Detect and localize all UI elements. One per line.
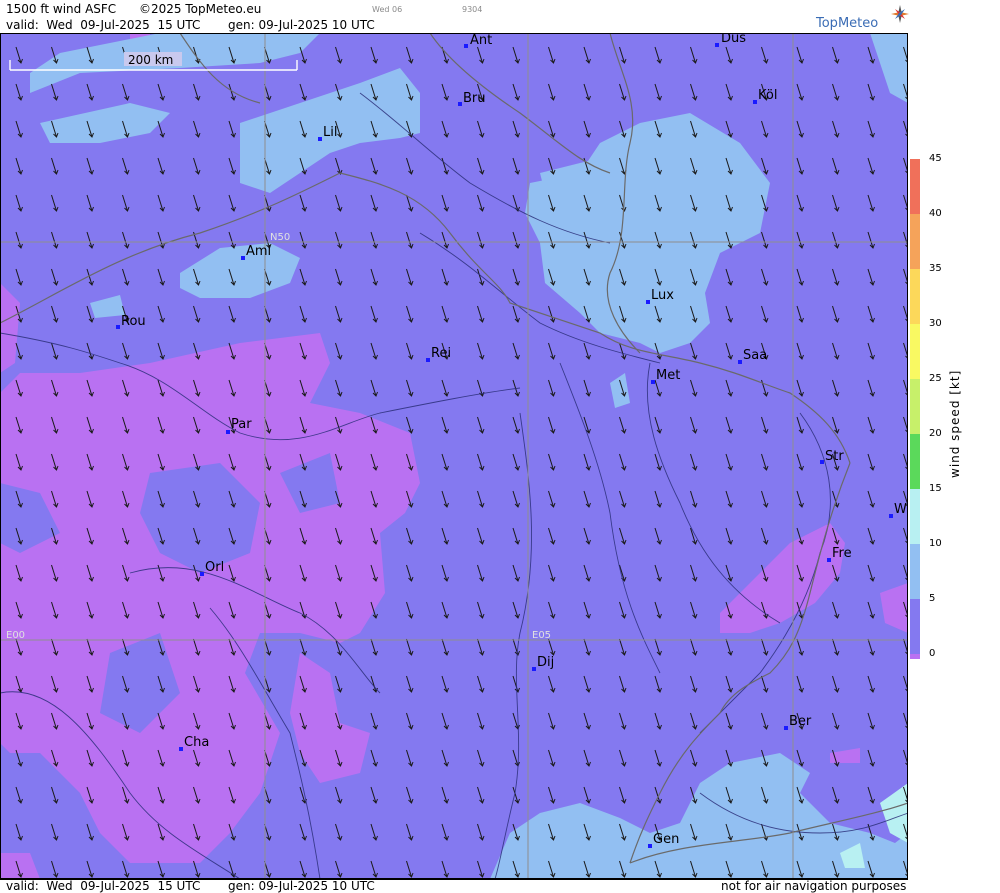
city-rou[interactable]: Rou: [116, 314, 146, 329]
svg-text:Saa: Saa: [743, 348, 767, 363]
colorbar-segment: [910, 214, 920, 269]
wind-speed-colorbar: [910, 159, 920, 659]
svg-text:Lux: Lux: [651, 288, 674, 303]
city-ami[interactable]: Ami: [241, 244, 271, 260]
svg-text:Lil: Lil: [323, 125, 337, 140]
code-label: 9304: [462, 5, 483, 14]
svg-text:Ber: Ber: [789, 714, 812, 729]
disclaimer: not for air navigation purposes: [721, 879, 907, 893]
legend-tick-label: 35: [929, 263, 942, 274]
legend-tick-label: 5: [929, 593, 936, 604]
svg-text:Rei: Rei: [431, 346, 451, 361]
colorbar-segment: [910, 599, 920, 654]
wind-arrows: [0, 33, 908, 879]
svg-text:W: W: [894, 502, 907, 517]
legend-tick-label: 30: [929, 318, 942, 329]
product-title: 1500 ft wind ASFC: [6, 2, 117, 16]
svg-text:Met: Met: [656, 368, 680, 383]
run-label: Wed 06: [372, 5, 403, 14]
legend-tick-label: 15: [929, 483, 942, 494]
legend-title: wind speed [kt]: [948, 369, 962, 478]
logo-text: TopMeteo: [816, 16, 879, 31]
legend-tick-label: 10: [929, 538, 942, 549]
svg-text:Gen: Gen: [653, 832, 679, 847]
footer-generation-time: gen: 09-Jul-2025 10 UTC: [228, 879, 375, 893]
colorbar-segment: [910, 434, 920, 489]
scale-label: 200 km: [128, 53, 173, 67]
grid-label-lon-left: E00: [6, 630, 25, 641]
city-ber[interactable]: Ber: [784, 714, 812, 730]
colorbar-segment: [910, 654, 920, 659]
colorbar-segment: [910, 379, 920, 434]
svg-text:Bru: Bru: [463, 91, 486, 106]
svg-text:Düs: Düs: [721, 33, 746, 46]
legend-tick-label: 45: [929, 153, 942, 164]
footer-valid-time: valid: Wed 09-Jul-2025 15 UTC: [6, 879, 201, 893]
city-gen[interactable]: Gen: [648, 832, 679, 848]
svg-text:Orl: Orl: [205, 560, 224, 575]
generation-time: gen: 09-Jul-2025 10 UTC: [228, 18, 375, 32]
city-met[interactable]: Met: [651, 368, 680, 384]
copyright: ©2025 TopMeteo.eu: [139, 2, 262, 16]
svg-text:Str: Str: [825, 449, 844, 464]
svg-text:Dij: Dij: [537, 655, 554, 670]
city-saa[interactable]: Saa: [738, 348, 767, 364]
colorbar-segment: [910, 324, 920, 379]
legend-tick-label: 20: [929, 428, 942, 439]
svg-text:Rou: Rou: [121, 314, 146, 329]
svg-text:Ant: Ant: [470, 33, 492, 48]
valid-time: valid: Wed 09-Jul-2025 15 UTC: [6, 18, 201, 32]
colorbar-segment: [910, 544, 920, 599]
city-lux[interactable]: Lux: [646, 288, 674, 304]
legend-tick-label: 0: [929, 648, 936, 659]
city-cha[interactable]: Cha: [179, 735, 209, 751]
legend-tick-label: 40: [929, 208, 942, 219]
colorbar-segment: [910, 269, 920, 324]
wind-map: N50 E00 E05 200 km Ant Düs Köl Bru Lil A…: [0, 33, 908, 879]
svg-text:Fre: Fre: [832, 546, 852, 561]
svg-text:Köl: Köl: [758, 88, 777, 103]
colorbar-segment: [910, 159, 920, 214]
colorbar-segment: [910, 489, 920, 544]
grid-label-lon-right: E05: [532, 630, 551, 641]
city-bru[interactable]: Bru: [458, 91, 486, 106]
svg-text:Ami: Ami: [246, 244, 271, 259]
svg-text:Cha: Cha: [184, 735, 209, 750]
legend-tick-label: 25: [929, 373, 942, 384]
grid-label-lat: N50: [270, 232, 290, 243]
svg-text:Par: Par: [231, 417, 252, 432]
